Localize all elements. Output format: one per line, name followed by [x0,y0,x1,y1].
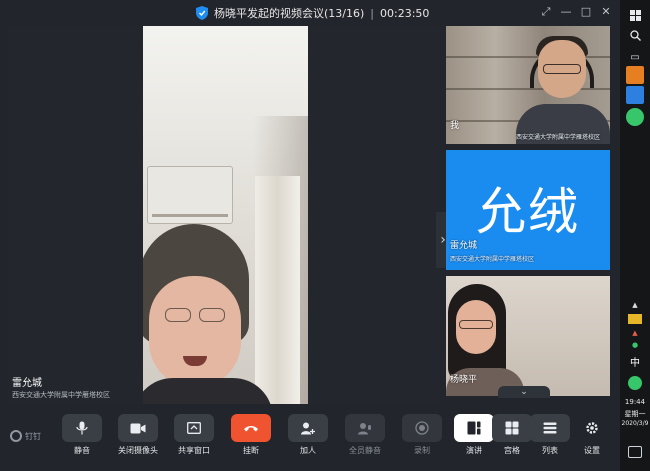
mute-label: 静音 [74,446,90,455]
clock-weekday[interactable]: 星期一 [620,409,650,419]
tile-name: 杨晓平 [450,375,478,385]
participant-glasses [543,64,581,74]
share-window-label: 共享窗口 [178,446,210,455]
participant-tile-avatar[interactable]: 允绒 雷允城 西安交通大学附属中学雁塔校区 [446,150,610,270]
camera-off-label: 关闭摄像头 [118,446,158,455]
air-conditioner-image [147,166,233,224]
participant-glasses [459,320,493,329]
logo-text: 钉钉 [25,431,41,441]
windows-start-icon[interactable] [626,6,644,24]
main-speaker-stage[interactable]: 雷允城 西安交通大学附属中学雁塔校区 › [8,26,450,406]
record-label: 录制 [414,446,430,455]
tray-app-icon[interactable]: ● [628,340,642,350]
meeting-timer: 00:23:50 [380,6,430,20]
camera-off-button[interactable]: 关闭摄像头 [116,414,160,458]
notification-icon[interactable] [628,446,642,458]
shield-icon [196,6,208,20]
layout-list-label: 列表 [542,446,558,455]
tray-app-icon[interactable] [628,376,642,390]
hang-up-button[interactable]: 挂断 [229,414,273,458]
layout-grid-label: 宫格 [504,446,520,455]
microphone-icon [62,414,102,442]
meeting-title: 杨晓平发起的视频会议(13/16) | 00:23:50 [196,5,429,21]
tile-name: 雷允城 [450,241,478,251]
avatar-text: 允绒 [476,183,580,241]
mute-all-label: 全员静音 [349,446,381,455]
logo-icon [10,430,22,442]
title-separator: | [370,6,375,20]
settings-label: 设置 [584,446,600,455]
share-window-button[interactable]: 共享窗口 [172,414,216,458]
share-screen-icon [174,414,214,442]
meeting-window: 杨晓平发起的视频会议(13/16) | 00:23:50 ⤢ — □ ✕ 雷允城… [0,0,620,471]
app-logo: 钉钉 [10,430,41,442]
curtain-image [255,176,300,406]
tile-org: 西安交通大学附属中学雁塔校区 [450,256,535,263]
add-participant-button[interactable]: 加人 [286,414,330,458]
tray-app-icon[interactable] [628,314,642,324]
windows-taskbar: ▭ ▲ ▲ ● 中 19:44 星期一 2020/3/9 [620,0,650,471]
list-layout-icon [530,414,570,442]
dingtalk-icon[interactable] [626,86,644,104]
tile-name: 我 [450,121,460,131]
input-language[interactable]: 中 [626,352,644,370]
record-button[interactable]: 录制 [400,414,444,458]
taskbar-app-icon[interactable] [626,66,644,84]
layout-list-button[interactable]: 列表 [528,414,572,458]
add-participant-label: 加人 [300,446,316,455]
speaker-org: 西安交通大学附属中学雁塔校区 [12,391,110,399]
maximize-icon[interactable]: □ [580,6,592,18]
clock-date[interactable]: 2020/3/9 [620,420,650,427]
layout-speaker-label: 演讲 [466,446,482,455]
wechat-icon[interactable] [626,108,644,126]
record-icon [402,414,442,442]
grid-layout-icon [492,414,532,442]
participant-tile-self[interactable]: 我 西安交通大学附属中学雁塔校区 [446,26,610,144]
participant-tile-host[interactable]: 杨晓平 [446,276,610,396]
title-bar: 杨晓平发起的视频会议(13/16) | 00:23:50 ⤢ — □ ✕ [0,0,620,26]
bottom-toolbar: 钉钉 静音 关闭摄像头 共享窗口 挂断 加人 全员静音 录制 演讲 宫格 列表 … [0,404,620,471]
close-icon[interactable]: ✕ [600,6,612,18]
speaker-layout-icon [454,414,494,442]
mute-all-icon [345,414,385,442]
glasses-right [199,308,225,322]
add-person-icon [288,414,328,442]
meeting-title-text: 杨晓平发起的视频会议(13/16) [214,7,365,20]
gear-icon [578,414,606,442]
tray-arrow-icon[interactable]: ▲ [628,300,642,310]
phone-hangup-icon [231,414,271,442]
search-icon[interactable] [626,26,644,44]
file-explorer-icon[interactable]: ▭ [626,48,644,66]
window-controls: ⤢ — □ ✕ [540,6,612,18]
minimize-icon[interactable]: — [560,6,572,18]
speaker-video [143,26,308,406]
hang-up-label: 挂断 [243,446,259,455]
glasses-left [165,308,191,322]
settings-button[interactable]: 设置 [574,414,610,458]
tray-app-icon[interactable]: ▲ [628,328,642,338]
mute-button[interactable]: 静音 [60,414,104,458]
tile-org: 西安交通大学附属中学雁塔校区 [516,134,601,141]
pin-icon[interactable]: ⤢ [540,6,552,18]
speaker-name: 雷允城 [12,378,42,389]
chevron-down-icon[interactable]: ⌄ [498,386,550,398]
shelf-line [446,88,610,90]
mute-all-button[interactable]: 全员静音 [343,414,387,458]
speaker-face [149,276,241,388]
clock-time[interactable]: 19:44 [620,398,650,406]
video-camera-icon [118,414,158,442]
